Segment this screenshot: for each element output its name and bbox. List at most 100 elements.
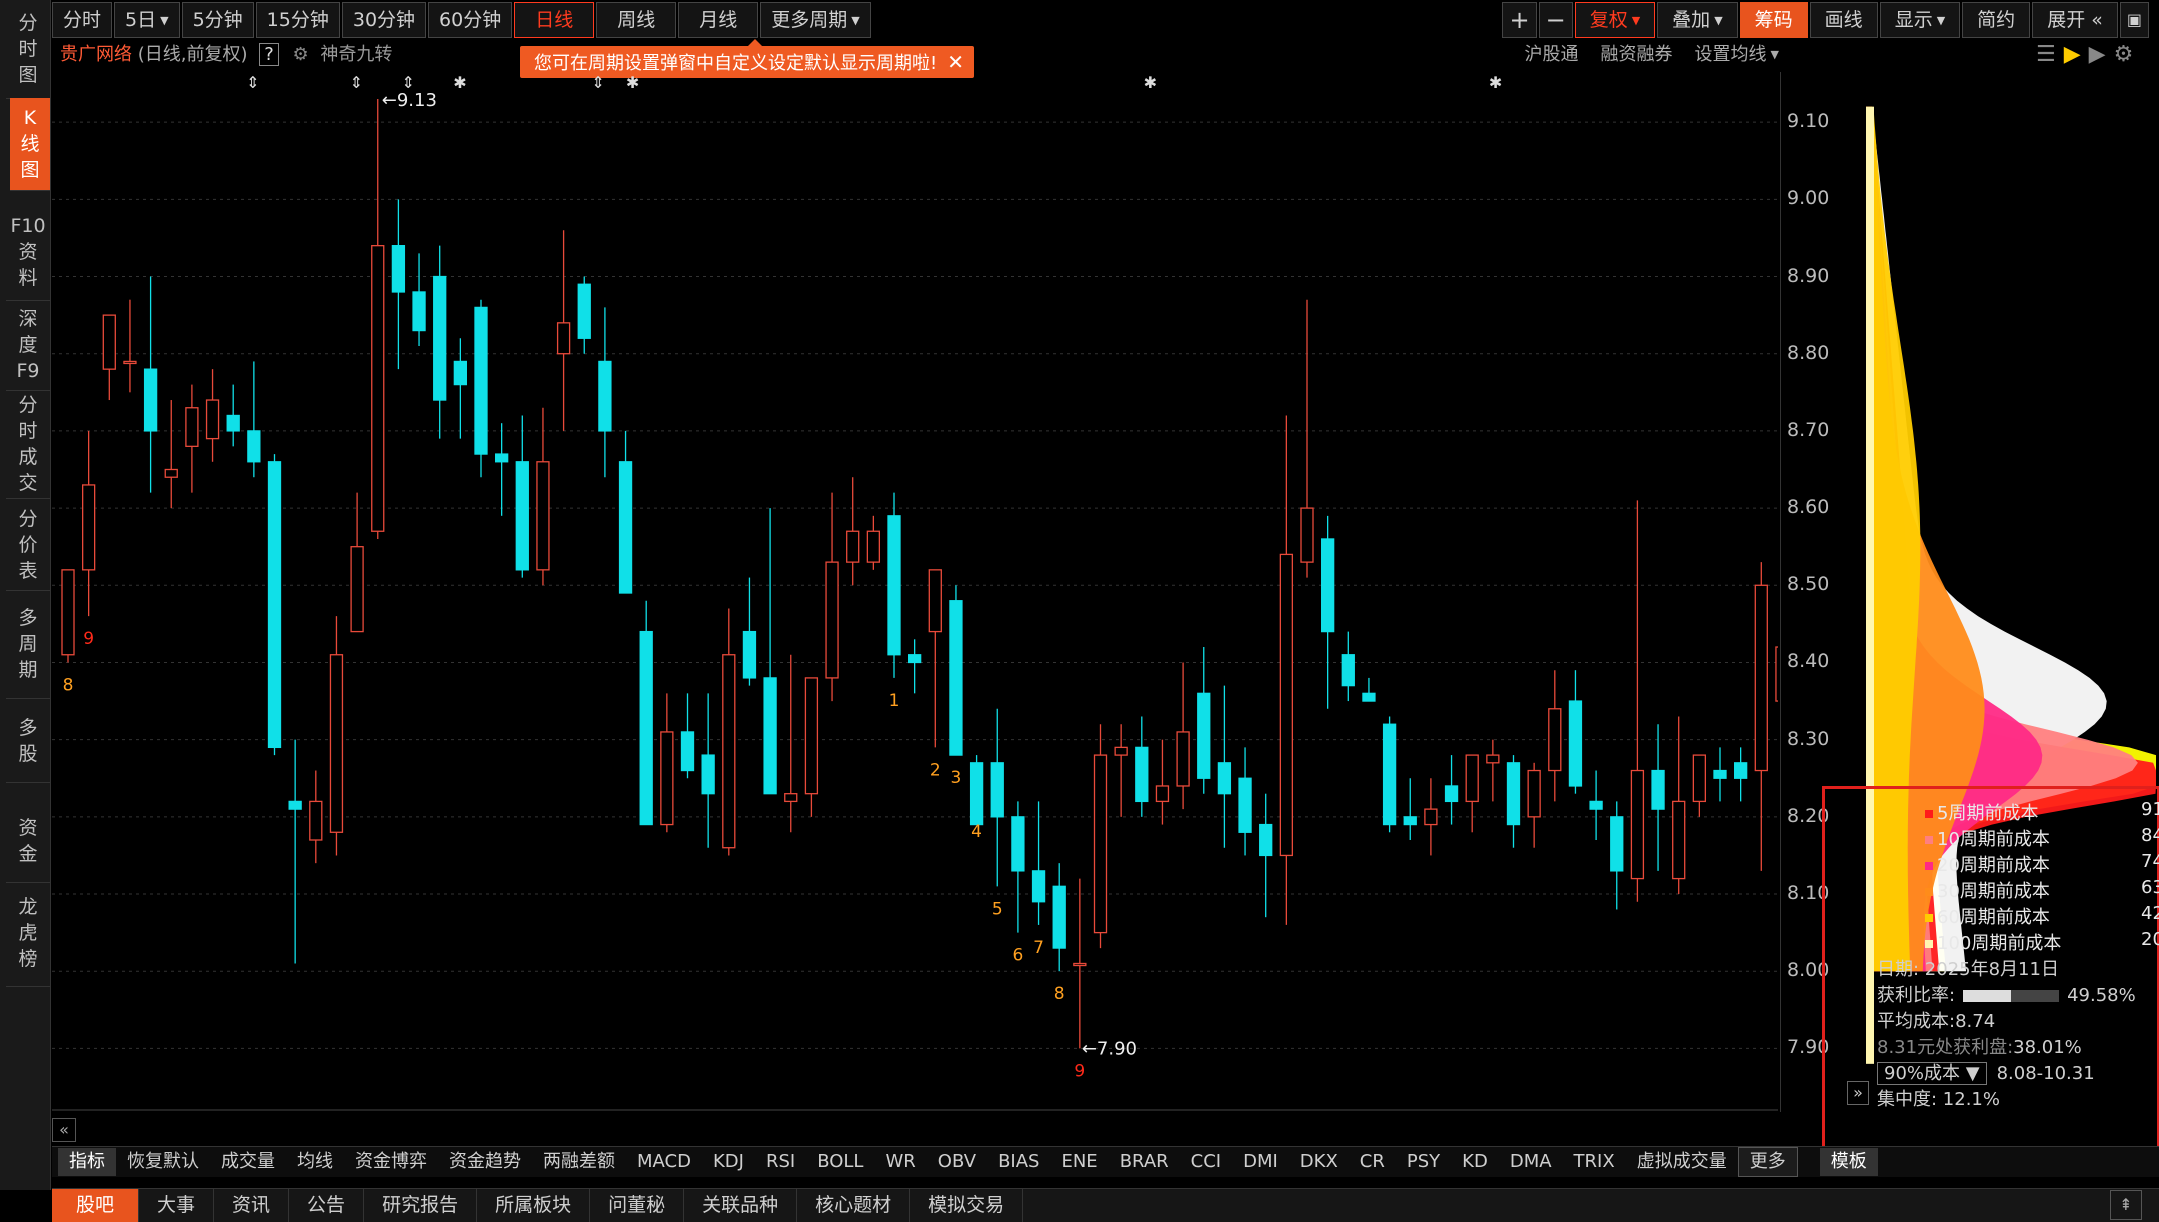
period-tab-1[interactable]: 5日 ▼: [114, 2, 180, 38]
close-icon[interactable]: ✕: [947, 50, 964, 74]
bottom-tab[interactable]: 公告: [289, 1189, 365, 1222]
bottom-tab[interactable]: 关联品种: [684, 1189, 798, 1222]
event-marker-icon[interactable]: ✱: [1489, 73, 1502, 92]
event-marker-icon[interactable]: ⇕: [350, 73, 363, 92]
sidebar-item-4[interactable]: 分时成交: [6, 390, 50, 499]
indicator-tab[interactable]: WR: [874, 1148, 926, 1176]
indicator-tab[interactable]: 指标: [58, 1148, 116, 1176]
indicator-tab[interactable]: 均线: [286, 1148, 344, 1176]
sidebar-item-0[interactable]: 分时图: [6, 0, 50, 99]
bottom-tab[interactable]: 所属板块: [477, 1189, 591, 1222]
period-tab-7[interactable]: 周线: [596, 2, 677, 38]
indicator-tab[interactable]: 两融差额: [532, 1148, 626, 1176]
draw-line-button[interactable]: 画线: [1809, 2, 1878, 38]
cost-select[interactable]: 90%成本 ▼: [1877, 1062, 1987, 1085]
kline-chart[interactable]: 8912 3456 789←9.13←7.90⇕ ⇕ ⇕ ✱ ⇕ ✱ ✱ ✱: [52, 72, 1778, 1112]
zoom-in-button[interactable]: +: [1502, 2, 1537, 38]
period-tab-2[interactable]: 5分钟: [181, 2, 254, 38]
indicator-tab[interactable]: DMA: [1499, 1148, 1563, 1176]
indicator-tab[interactable]: KD: [1451, 1148, 1499, 1176]
indicator-tab[interactable]: 成交量: [210, 1148, 286, 1176]
indicator-tab[interactable]: OBV: [927, 1148, 987, 1176]
indicator-tab[interactable]: 虚拟成交量: [1626, 1148, 1738, 1176]
bottom-tab[interactable]: 研究报告: [364, 1189, 478, 1222]
sidebar-char: 金: [18, 843, 38, 865]
indicator-tab[interactable]: RSI: [755, 1148, 806, 1176]
indicator-name[interactable]: 神奇九转: [320, 44, 392, 65]
candle-body: [1527, 769, 1541, 818]
candle: 7: [1031, 801, 1046, 958]
period-tab-5[interactable]: 60分钟: [428, 2, 513, 38]
price-tick: 8.50: [1787, 573, 1830, 596]
stock-name[interactable]: 贵广网络: [60, 44, 132, 65]
sidebar-item-3[interactable]: 深度 F9: [6, 300, 50, 391]
bottom-tab[interactable]: 核心题材: [797, 1189, 911, 1222]
sidebar-char: 分: [18, 12, 38, 34]
profit-bar: [1963, 990, 2060, 1002]
candle: [288, 739, 302, 964]
overlay-button[interactable]: 叠加 ▼: [1657, 2, 1738, 38]
period-tab-6[interactable]: 日线: [514, 2, 595, 38]
indicator-tab[interactable]: TRIX: [1563, 1148, 1626, 1176]
sidebar-item-6[interactable]: 多周期: [6, 590, 50, 699]
indicator-tab[interactable]: ENE: [1050, 1148, 1108, 1176]
indicator-tab[interactable]: CCI: [1180, 1148, 1232, 1176]
period-tab-4[interactable]: 30分钟: [341, 2, 427, 38]
sidebar-item-5[interactable]: 分价表: [6, 500, 50, 591]
indicator-tab[interactable]: 资金博弈: [344, 1148, 438, 1176]
indicator-tab[interactable]: CR: [1349, 1148, 1396, 1176]
indicator-tab[interactable]: KDJ: [702, 1148, 755, 1176]
margin-link[interactable]: 融资融券: [1601, 40, 1673, 70]
legend-swatch: [1925, 810, 1933, 818]
candle: [1589, 770, 1603, 840]
sidebar-char: 分: [18, 508, 38, 530]
sidebar-char: F10: [10, 215, 46, 237]
indicator-tab[interactable]: PSY: [1396, 1148, 1451, 1176]
display-button[interactable]: 显示 ▼: [1879, 2, 1961, 38]
sidebar-item-8[interactable]: 资金: [6, 800, 50, 883]
simple-button[interactable]: 简约: [1962, 2, 2031, 38]
bottom-tab[interactable]: 大事: [139, 1189, 215, 1222]
expand-up-icon[interactable]: ⇞: [2110, 1190, 2142, 1220]
period-tab-0[interactable]: 分时: [52, 2, 113, 38]
gear-icon[interactable]: ⚙: [293, 44, 309, 65]
close-panel-button[interactable]: ▣: [2119, 2, 2149, 38]
zoom-out-button[interactable]: −: [1538, 2, 1573, 38]
sidebar-item-2[interactable]: F10 资料: [6, 204, 50, 301]
chips-button[interactable]: 筹码: [1739, 2, 1808, 38]
indicator-tab[interactable]: BRAR: [1109, 1148, 1180, 1176]
bottom-tab[interactable]: 问董秘: [590, 1189, 685, 1222]
expand-button[interactable]: 展开 «: [2032, 2, 2118, 38]
event-marker-icon[interactable]: ✱: [626, 73, 639, 92]
indicator-tab[interactable]: BOLL: [806, 1148, 874, 1176]
event-marker-icon[interactable]: ✱: [1144, 73, 1157, 92]
template-button[interactable]: 模板: [1819, 1148, 1878, 1176]
expand-right-icon[interactable]: »: [1847, 1081, 1869, 1105]
ma-settings-link[interactable]: 设置均线 ▼: [1695, 40, 1779, 70]
collapse-left-icon[interactable]: «: [52, 1118, 76, 1142]
hgt-link[interactable]: 沪股通: [1525, 40, 1579, 70]
help-icon[interactable]: ?: [259, 43, 279, 66]
bottom-tab[interactable]: 资讯: [214, 1189, 290, 1222]
event-marker-icon[interactable]: ⇕: [246, 73, 259, 92]
indicator-tab[interactable]: DMI: [1232, 1148, 1289, 1176]
period-tab-8[interactable]: 月线: [678, 2, 759, 38]
indicator-tab[interactable]: DKX: [1289, 1148, 1349, 1176]
indicator-tab[interactable]: 资金趋势: [438, 1148, 532, 1176]
event-marker-icon[interactable]: ⇕: [591, 73, 604, 92]
fuquan-button[interactable]: 复权 ▼: [1574, 2, 1656, 38]
sidebar-item-7[interactable]: 多股: [6, 700, 50, 783]
period-tab-3[interactable]: 15分钟: [255, 2, 340, 38]
sidebar-item-1[interactable]: K线图: [10, 98, 50, 191]
indicator-tab[interactable]: MACD: [626, 1148, 702, 1176]
event-marker-icon[interactable]: ⇕: [401, 73, 414, 92]
event-marker-icon[interactable]: ✱: [453, 73, 466, 92]
indicator-tab[interactable]: 恢复默认: [116, 1148, 210, 1176]
period-tab-9[interactable]: 更多周期 ▼: [760, 2, 871, 38]
indicator-tab[interactable]: BIAS: [987, 1148, 1050, 1176]
sidebar-item-9[interactable]: 龙虎榜: [6, 880, 50, 987]
bottom-tab[interactable]: 模拟交易: [910, 1189, 1024, 1222]
more-indicators-button[interactable]: 更多: [1737, 1147, 1798, 1177]
bottom-tab[interactable]: 股吧: [52, 1189, 140, 1222]
candle-body: [908, 654, 922, 664]
